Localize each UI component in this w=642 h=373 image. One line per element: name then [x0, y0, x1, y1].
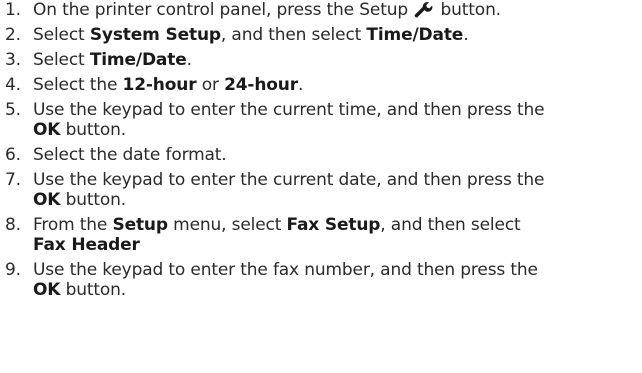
- menu-item-time-date: Time/Date: [366, 25, 464, 45]
- step-1: 1. On the printer control panel, press t…: [0, 0, 642, 20]
- step-number: 2.: [5, 25, 21, 45]
- step-number: 3.: [5, 50, 21, 70]
- step-3: 3. Select Time/Date.: [0, 50, 642, 70]
- step-number: 8.: [5, 215, 21, 235]
- option-24-hour: 24-hour: [224, 75, 298, 95]
- setup-steps-list: 1. On the printer control panel, press t…: [0, 0, 642, 305]
- step-8: 8. From the Setup menu, select Fax Setup…: [0, 215, 642, 255]
- step-text: , and then select: [220, 25, 367, 45]
- step-text: or: [196, 75, 225, 95]
- step-number: 6.: [5, 145, 21, 165]
- option-12-hour: 12-hour: [122, 75, 197, 95]
- step-number: 9.: [5, 260, 21, 280]
- step-2: 2. Select System Setup, and then select …: [0, 25, 642, 45]
- step-5: 5. Use the keypad to enter the current t…: [0, 100, 642, 140]
- step-text: Use the keypad to enter the current date…: [33, 170, 545, 190]
- menu-item-time-date: Time/Date: [89, 50, 187, 70]
- step-text: Select the: [33, 75, 123, 95]
- step-text: Select: [33, 25, 90, 45]
- step-text: menu, select: [167, 215, 287, 235]
- step-number: 1.: [5, 0, 21, 20]
- step-number: 7.: [5, 170, 21, 190]
- menu-item-system-setup: System Setup: [89, 25, 221, 45]
- ok-button-label: OK: [33, 190, 61, 210]
- step-text: button.: [60, 120, 127, 140]
- ok-button-label: OK: [33, 280, 61, 300]
- step-text: , and then select: [380, 215, 521, 235]
- step-text: button.: [60, 280, 127, 300]
- step-7: 7. Use the keypad to enter the current d…: [0, 170, 642, 210]
- step-9: 9. Use the keypad to enter the fax numbe…: [0, 260, 642, 300]
- step-4: 4. Select the 12-hour or 24-hour.: [0, 75, 642, 95]
- step-text: Select: [33, 50, 90, 70]
- step-text: button.: [440, 0, 502, 20]
- step-text: Select the date format.: [33, 145, 227, 165]
- wrench-icon: [415, 2, 433, 18]
- step-text: On the printer control panel, press the …: [33, 0, 408, 20]
- menu-item-fax-header: Fax Header: [33, 235, 140, 255]
- menu-item-setup: Setup: [112, 215, 168, 235]
- step-text: Use the keypad to enter the current time…: [33, 100, 545, 120]
- step-text: button.: [60, 190, 127, 210]
- step-text: .: [298, 75, 304, 95]
- step-number: 5.: [5, 100, 21, 120]
- step-6: 6. Select the date format.: [0, 145, 642, 165]
- ok-button-label: OK: [33, 120, 61, 140]
- step-text: .: [463, 25, 469, 45]
- step-text: From the: [33, 215, 113, 235]
- step-number: 4.: [5, 75, 21, 95]
- step-text: .: [186, 50, 192, 70]
- menu-item-fax-setup: Fax Setup: [286, 215, 381, 235]
- step-text: Use the keypad to enter the fax number, …: [33, 260, 538, 280]
